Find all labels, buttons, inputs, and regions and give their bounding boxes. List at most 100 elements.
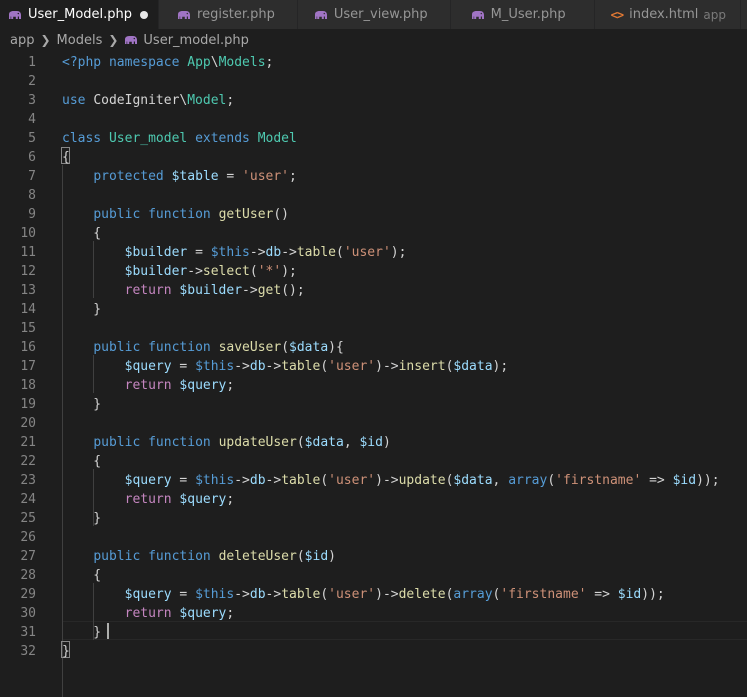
code-token: (: [320, 359, 329, 374]
code-token: =: [171, 473, 196, 488]
code-text: return $builder->get();: [62, 281, 305, 300]
code-line[interactable]: 27 public function deleteUser($id): [0, 547, 747, 566]
code-text: $query = $this->db->table('user')->updat…: [62, 471, 720, 490]
code-line[interactable]: 12 $builder->select('*');: [0, 262, 747, 281]
tab-index-2[interactable]: <> ind: [741, 0, 747, 29]
code-line[interactable]: 32}: [0, 642, 747, 661]
code-line[interactable]: 9 public function getUser(): [0, 205, 747, 224]
tab-m-user[interactable]: M_User.php: [450, 0, 595, 29]
code-token: deleteUser: [218, 549, 297, 564]
code-line[interactable]: 28 {: [0, 566, 747, 585]
tab-register[interactable]: register.php: [159, 0, 298, 29]
code-token: =: [171, 587, 196, 602]
code-line[interactable]: 3 use CodeIgniter\Model;: [0, 91, 747, 110]
code-token: }: [62, 644, 70, 659]
code-token: =: [187, 245, 211, 260]
breadcrumb-file[interactable]: User_model.php: [143, 33, 249, 48]
chevron-right-icon: ❯: [108, 33, 119, 47]
code-token: public: [93, 340, 149, 355]
code-line[interactable]: 22 {: [0, 452, 747, 471]
code-token: ));: [696, 473, 720, 488]
line-number: 10: [20, 226, 36, 241]
breadcrumb-app[interactable]: app: [10, 33, 34, 48]
code-line[interactable]: 31 }: [0, 623, 747, 642]
code-editor[interactable]: 1 <?php namespace App\Models; 2 3 use CodeIg…: [0, 51, 747, 697]
tab-user-view[interactable]: User_view.php: [297, 0, 451, 29]
code-token: ;: [226, 93, 235, 108]
code-line[interactable]: 17 $query = $this->db->table('user')->in…: [0, 357, 747, 376]
php-elephant-icon: [177, 10, 191, 20]
code-line[interactable]: 19 }: [0, 395, 747, 414]
code-token: ,: [343, 435, 360, 450]
code-token: table: [296, 245, 336, 260]
code-line[interactable]: 15: [0, 319, 747, 338]
code-line[interactable]: 8: [0, 186, 747, 205]
code-line[interactable]: 20: [0, 414, 747, 433]
code-token: ;: [289, 169, 297, 184]
code-line[interactable]: 2: [0, 72, 747, 91]
code-line[interactable]: 30 return $query;: [0, 604, 747, 623]
code-line[interactable]: 25 }: [0, 509, 747, 528]
code-token: ->: [242, 283, 258, 298]
line-number: 18: [20, 378, 36, 393]
code-line[interactable]: 6{: [0, 148, 747, 167]
code-token: ->: [249, 245, 266, 260]
code-line[interactable]: 10 {: [0, 224, 747, 243]
code-token: 'user': [328, 359, 376, 374]
code-token: (: [335, 245, 344, 260]
code-line[interactable]: 7 protected $table = 'user';: [0, 167, 747, 186]
code-token: ->: [234, 473, 250, 488]
php-elephant-icon: [314, 10, 328, 20]
code-token: {: [62, 454, 102, 469]
breadcrumb-models[interactable]: Models: [57, 33, 103, 48]
code-token: $query: [124, 359, 172, 374]
code-line[interactable]: 16 public function saveUser($data){: [0, 338, 747, 357]
code-line[interactable]: 1 <?php namespace App\Models;: [0, 53, 747, 72]
code-token: $builder: [179, 283, 243, 298]
code-token: updateUser: [218, 435, 297, 450]
code-line[interactable]: 24 return $query;: [0, 490, 747, 509]
line-number: 19: [20, 397, 36, 412]
code-token: Model: [257, 131, 297, 146]
code-token: )->: [375, 359, 399, 374]
line-number: 9: [28, 207, 36, 222]
code-token: ->: [234, 359, 250, 374]
code-token: {: [62, 226, 102, 241]
code-line[interactable]: 5 class User_model extends Model: [0, 129, 747, 148]
code-line[interactable]: 23 $query = $this->db->table('user')->up…: [0, 471, 747, 490]
tab-index-html[interactable]: <> index.html app: [594, 0, 742, 29]
code-token: $this: [195, 473, 235, 488]
code-line[interactable]: 14 }: [0, 300, 747, 319]
code-line[interactable]: 21 public function updateUser($data, $id…: [0, 433, 747, 452]
code-token: namespace: [108, 55, 188, 70]
tab-user-model[interactable]: User_Model.php: [0, 0, 160, 29]
code-token: (: [547, 473, 556, 488]
code-token: );: [492, 359, 509, 374]
code-line[interactable]: 29 $query = $this->db->table('user')->de…: [0, 585, 747, 604]
code-line[interactable]: 13 return $builder->get();: [0, 281, 747, 300]
code-token: $builder: [124, 264, 188, 279]
code-line[interactable]: 26: [0, 528, 747, 547]
tab-label: register.php: [197, 7, 275, 22]
code-token: '*': [257, 264, 282, 279]
code-token: (: [320, 587, 329, 602]
code-token: 'user': [242, 169, 290, 184]
code-token: $this: [210, 245, 250, 260]
code-token: ));: [641, 587, 665, 602]
code-line[interactable]: 18 return $query;: [0, 376, 747, 395]
code-line[interactable]: 11 $builder = $this->db->table('user');: [0, 243, 747, 262]
code-token: ){: [328, 340, 344, 355]
code-line[interactable]: 4: [0, 110, 747, 129]
code-token: return: [124, 378, 180, 393]
code-text: }: [62, 300, 101, 319]
line-number: 8: [28, 188, 36, 203]
code-token: $table: [171, 169, 219, 184]
code-text: }: [62, 395, 101, 414]
code-token: 'user': [328, 473, 376, 488]
code-token: return: [124, 283, 180, 298]
code-token: ): [328, 549, 336, 564]
unsaved-dot-icon[interactable]: [140, 10, 149, 19]
